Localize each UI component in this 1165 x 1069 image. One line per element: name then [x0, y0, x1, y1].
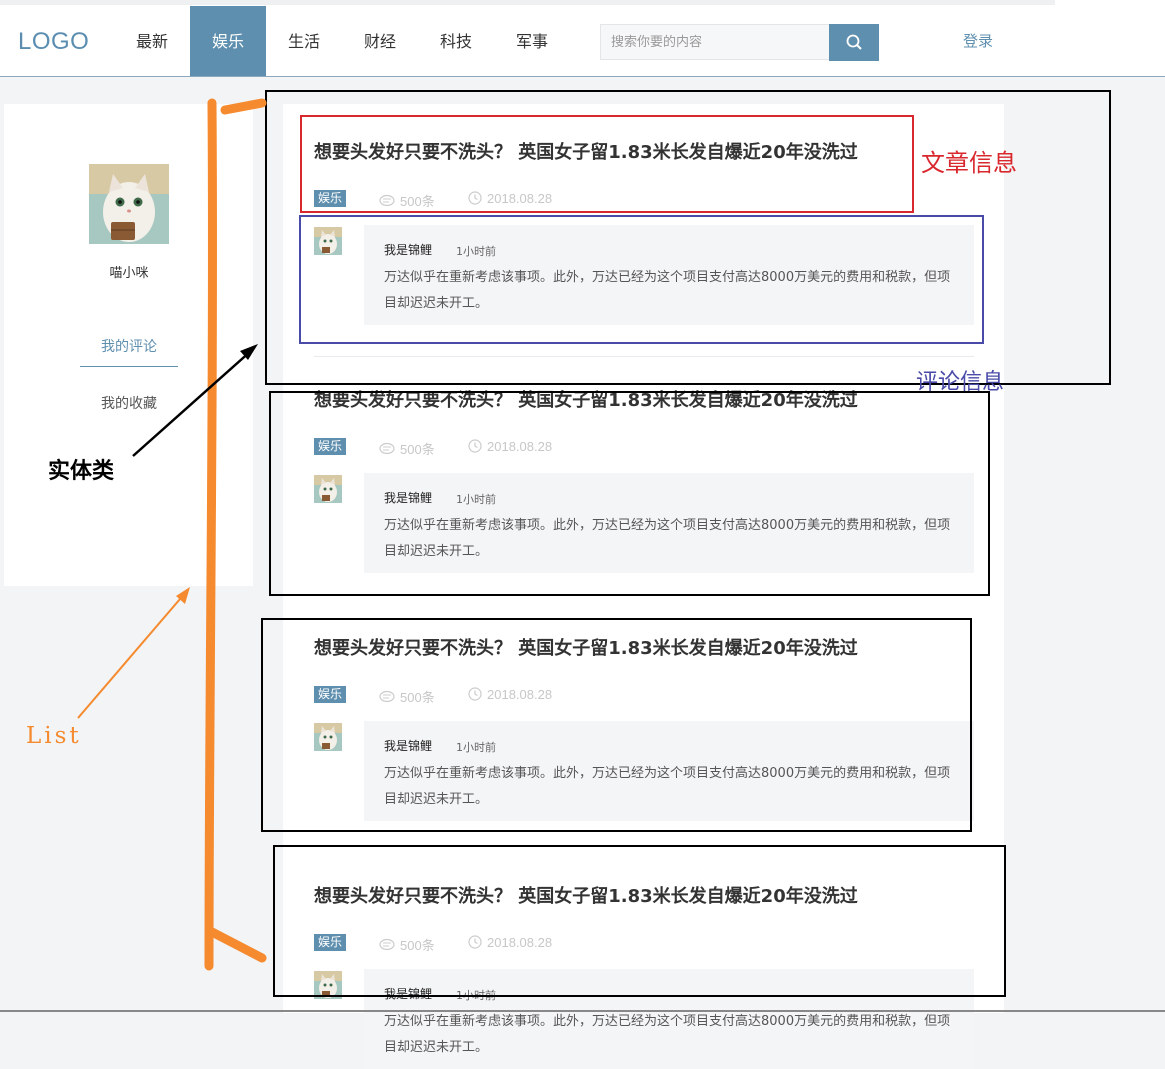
annotation-arrows: [0, 98, 1165, 1012]
comment-text: 万达似乎在重新考虑该事项。此外，万达已经为这个项目支付高达8000万美元的费用和…: [384, 1014, 951, 1055]
